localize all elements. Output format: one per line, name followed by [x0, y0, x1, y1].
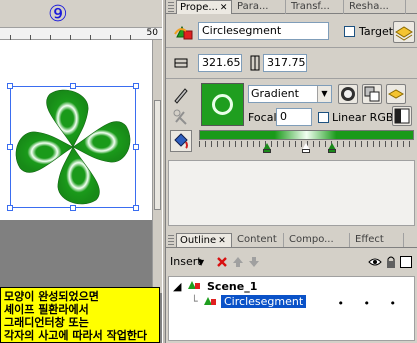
gradient-preset-button[interactable] — [386, 84, 406, 104]
gradient-stop-handle[interactable] — [263, 149, 271, 153]
resize-handle[interactable] — [133, 144, 139, 150]
shape-icon — [204, 297, 216, 305]
radial-gradient-button[interactable] — [338, 84, 358, 104]
target-checkbox[interactable] — [344, 26, 355, 37]
properties-panel: Prope... ✕ Para... Transf... Resha... Cir… — [166, 0, 417, 343]
canvas-topbar: ⑨ — [0, 0, 162, 28]
focal-field[interactable]: 0 — [276, 108, 312, 126]
gradient-stop-handle[interactable] — [328, 149, 336, 153]
outline-toolbar: Insert ▼ — [166, 252, 417, 272]
gradient-editor-icon — [394, 108, 410, 124]
fill-type-value: Gradient — [251, 87, 299, 100]
resize-handle[interactable] — [7, 205, 13, 211]
swatch-preview — [212, 94, 233, 115]
stroke-tool-icon[interactable] — [172, 108, 190, 126]
note-line: 모양이 완성되었으면 — [4, 290, 99, 303]
horizontal-ruler: 50 — [0, 28, 162, 40]
gradient-editor-button[interactable] — [392, 106, 412, 126]
scene-icon — [188, 281, 200, 289]
swap-gradient-button[interactable] — [362, 84, 382, 104]
fill-type-select[interactable]: Gradient ▼ — [248, 85, 332, 103]
tab-reshape[interactable]: Resha... — [346, 0, 406, 14]
swap-icon — [364, 86, 380, 102]
target-stack-icon — [395, 26, 413, 41]
divider — [166, 47, 417, 48]
canvas-area: ⑨ 50 모양이 완성되었으면 셰이프 필환라에서 그래디언터창 또는 각자의 … — [0, 0, 162, 343]
linear-rgb-checkbox[interactable] — [318, 112, 329, 123]
grip-handle[interactable] — [168, 235, 174, 245]
tree-item-scene[interactable]: Scene_1 — [207, 280, 257, 293]
paint-bucket-icon — [174, 133, 188, 149]
grip-handle[interactable] — [168, 2, 174, 12]
resize-handle[interactable] — [133, 205, 139, 211]
move-down-icon[interactable] — [248, 256, 260, 268]
target-label: Target — [359, 25, 394, 38]
expand-arrow-icon[interactable]: ◢ — [173, 280, 181, 293]
tab-transform[interactable]: Transf... — [288, 0, 344, 14]
tab-paragraph[interactable]: Para... — [234, 0, 286, 14]
height-icon — [250, 55, 260, 71]
linear-rgb-label: Linear RGB — [332, 111, 394, 124]
ruler-label: 50 — [146, 28, 158, 38]
shape-type-icon — [174, 25, 193, 40]
resize-handle[interactable] — [70, 83, 76, 89]
korean-note: 모양이 완성되었으면 셰이프 필환라에서 그래디언터창 또는 각자의 사고에 따… — [0, 287, 160, 343]
selection-box[interactable] — [10, 86, 136, 208]
fill-tool-button[interactable] — [170, 130, 192, 152]
properties-info-area — [168, 160, 415, 226]
tab-effect[interactable]: Effect — [352, 233, 404, 247]
delete-icon[interactable] — [216, 256, 228, 268]
tab-components[interactable]: Compo... — [286, 233, 350, 247]
radial-gradient-icon — [341, 87, 355, 101]
status-dots: • • • — [337, 297, 404, 310]
note-line: 셰이프 필환라에서 — [4, 303, 89, 316]
vertical-scrollbar[interactable] — [152, 40, 162, 293]
gradient-bar[interactable] — [199, 130, 414, 140]
tree-branch-line: └ — [191, 295, 198, 308]
lock-icon[interactable] — [386, 255, 396, 269]
note-line: 그래디언터창 또는 — [4, 316, 89, 329]
resize-handle[interactable] — [7, 144, 13, 150]
resize-handle[interactable] — [7, 83, 13, 89]
visibility-eye-icon[interactable] — [368, 257, 382, 267]
height-field[interactable]: 317.75 — [263, 54, 307, 72]
bottom-tab-bar: Outline ✕ Content Compo... Effect — [166, 233, 417, 248]
tab-content[interactable]: Content — [234, 233, 284, 247]
object-name-field[interactable]: Circlesegment — [198, 22, 329, 40]
fill-color-swatch[interactable] — [201, 83, 244, 126]
chevron-down-icon[interactable]: ▼ — [317, 86, 331, 102]
outline-tree: ◢ Scene_1 └ Circlesegment • • • — [168, 276, 415, 341]
outline-view-toggle[interactable] — [400, 256, 412, 268]
target-button[interactable] — [393, 21, 415, 43]
move-up-icon[interactable] — [232, 256, 244, 268]
note-line: 각자의 사고에 따라서 작업한다 — [4, 329, 148, 342]
divider — [166, 78, 417, 79]
scrollbar-thumb[interactable] — [154, 100, 161, 210]
resize-handle[interactable] — [70, 205, 76, 211]
width-field[interactable]: 321.65 — [198, 54, 242, 72]
stack-icon — [387, 89, 405, 99]
pen-icon[interactable] — [172, 86, 190, 104]
gradient-stop-handle[interactable] — [302, 149, 310, 153]
chevron-down-icon[interactable]: ▼ — [198, 258, 204, 267]
tree-item-circlesegment[interactable]: Circlesegment — [221, 295, 307, 308]
resize-handle[interactable] — [133, 83, 139, 89]
insert-menu[interactable]: Insert — [170, 256, 202, 268]
top-tab-bar: Prope... ✕ Para... Transf... Resha... — [166, 0, 417, 14]
tab-outline[interactable]: Outline ✕ — [176, 233, 232, 247]
width-icon — [174, 58, 188, 68]
tab-properties[interactable]: Prope... ✕ — [176, 0, 232, 14]
step-badge: ⑨ — [48, 2, 68, 27]
